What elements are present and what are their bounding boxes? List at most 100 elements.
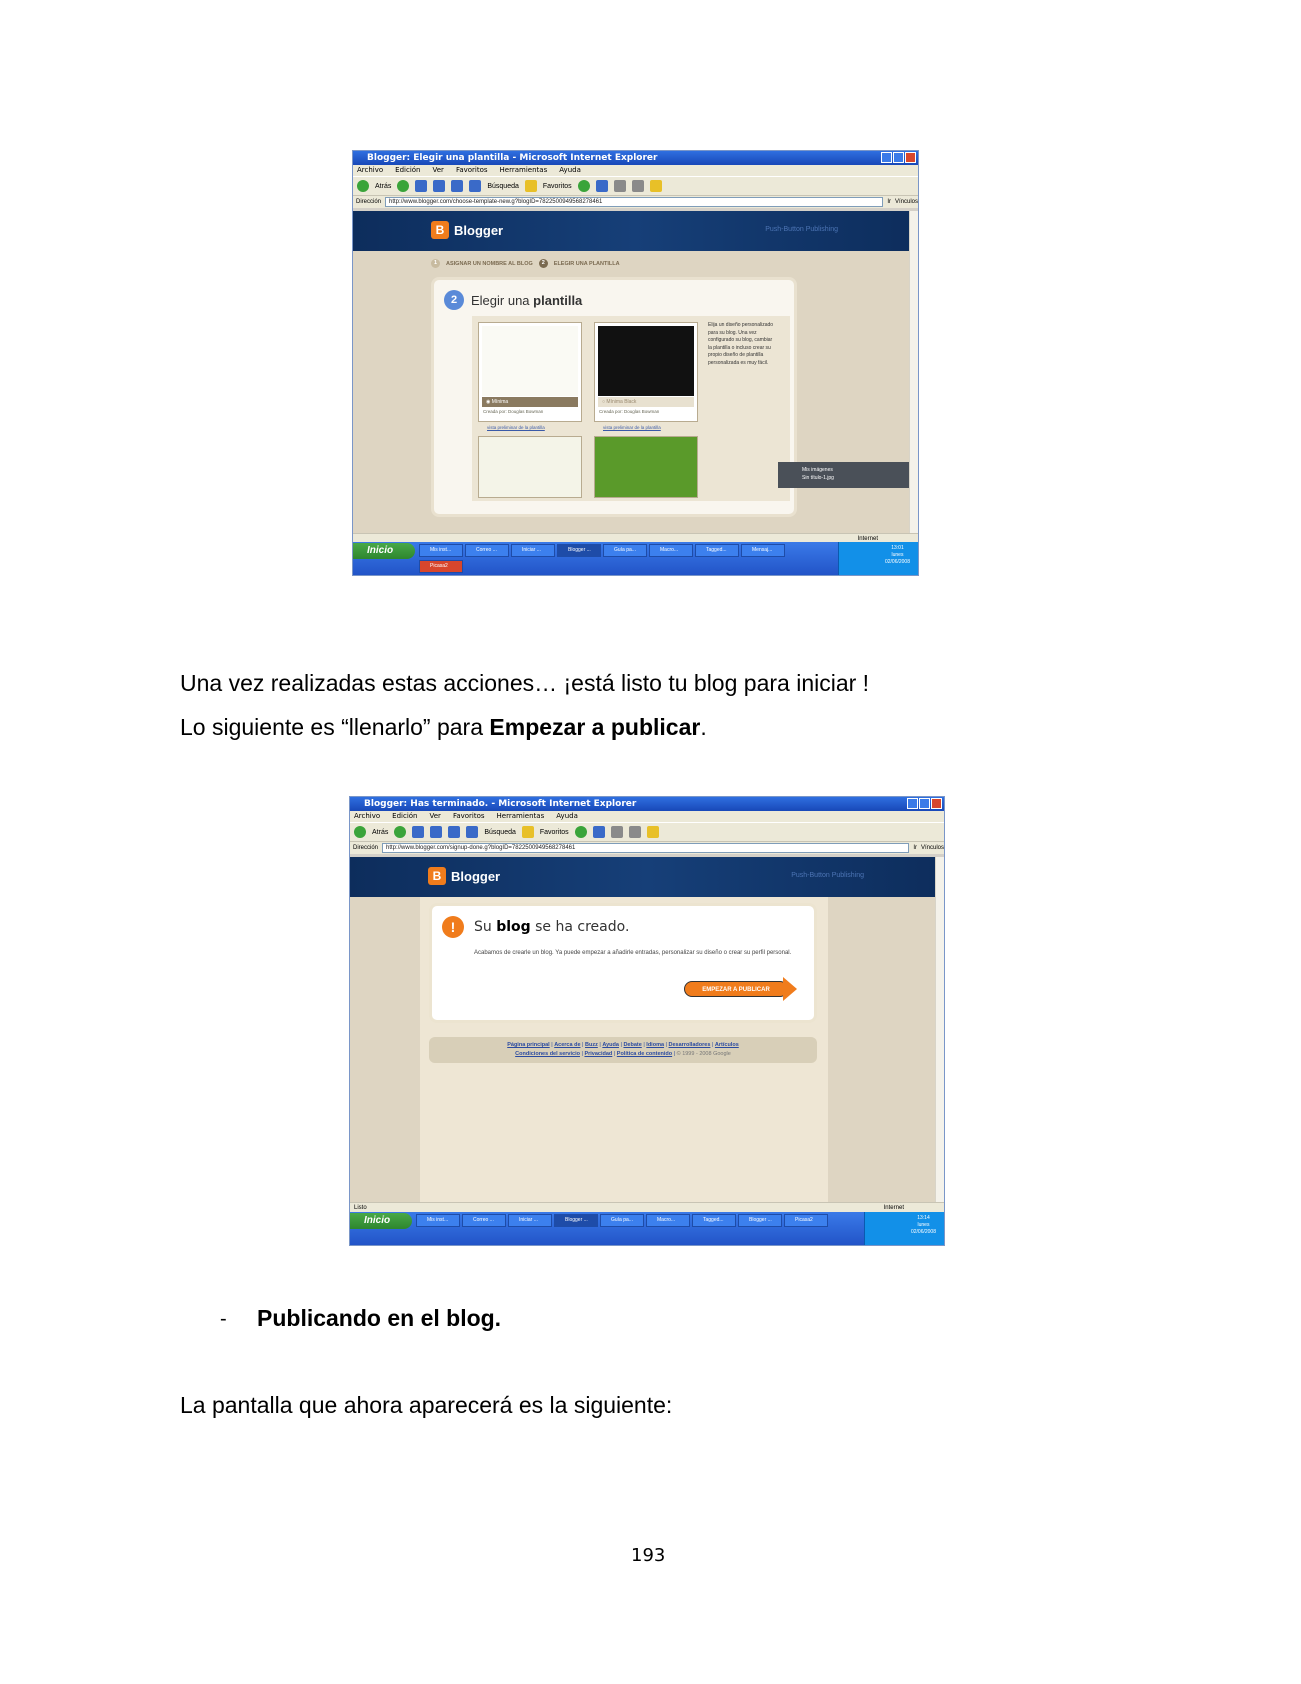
template-thumbnail[interactable]	[478, 436, 582, 498]
footer-link[interactable]: Artículos	[715, 1042, 739, 1048]
image-popup[interactable]: Mis imágenes Sin título-1.jpg	[778, 462, 918, 488]
blogger-logo[interactable]: B Blogger	[431, 221, 503, 239]
menu-edicion[interactable]: Edición	[392, 811, 417, 822]
history-icon[interactable]	[574, 826, 587, 838]
template-preview-link[interactable]: vista preliminar de la plantilla	[603, 425, 661, 430]
menu-herramientas[interactable]: Herramientas	[497, 811, 545, 822]
back-label[interactable]: Atrás	[375, 183, 391, 190]
task-button[interactable]: Tagged...	[695, 544, 739, 557]
print-icon[interactable]	[610, 826, 623, 838]
folder-icon[interactable]	[646, 826, 659, 838]
task-button[interactable]: Mis inst...	[416, 1214, 460, 1227]
links-label[interactable]: Vínculos	[895, 196, 918, 208]
footer-link[interactable]: Página principal	[507, 1042, 549, 1048]
task-button[interactable]: Blogger ...	[557, 544, 601, 557]
menu-ver[interactable]: Ver	[430, 811, 441, 822]
mail-icon[interactable]	[595, 180, 608, 192]
edit-icon[interactable]	[628, 826, 641, 838]
start-button[interactable]: Inicio	[353, 543, 415, 559]
go-button[interactable]: Ir	[887, 196, 891, 208]
minimize-icon[interactable]	[881, 152, 892, 163]
task-button[interactable]: Iniciar ...	[511, 544, 555, 557]
mail-icon[interactable]	[592, 826, 605, 838]
favorites-icon[interactable]	[521, 826, 534, 838]
close-icon[interactable]	[931, 798, 942, 809]
go-button[interactable]: Ir	[913, 842, 917, 854]
task-button[interactable]: Macro...	[649, 544, 693, 557]
task-button[interactable]: Mensaj...	[741, 544, 785, 557]
footer-link[interactable]: Idioma	[646, 1042, 664, 1048]
task-button[interactable]: Correo ...	[465, 544, 509, 557]
step-1-label: ASIGNAR UN NOMBRE AL BLOG	[446, 260, 533, 267]
minimize-icon[interactable]	[907, 798, 918, 809]
menu-edicion[interactable]: Edición	[395, 165, 420, 176]
footer-link[interactable]: Acerca de	[554, 1042, 580, 1048]
edit-icon[interactable]	[631, 180, 644, 192]
url-field[interactable]: http://www.blogger.com/signup-done.g?blo…	[382, 843, 910, 853]
favorites-label[interactable]: Favoritos	[543, 183, 572, 190]
home-icon[interactable]	[451, 180, 464, 192]
search-icon[interactable]	[469, 180, 482, 192]
task-button[interactable]: Tagged...	[692, 1214, 736, 1227]
menu-ver[interactable]: Ver	[433, 165, 444, 176]
menu-favoritos[interactable]: Favoritos	[456, 165, 488, 176]
history-icon[interactable]	[577, 180, 590, 192]
task-button[interactable]: Iniciar ...	[508, 1214, 552, 1227]
search-label[interactable]: Búsqueda	[487, 183, 519, 190]
task-button[interactable]: Mis inst...	[419, 544, 463, 557]
favorites-label[interactable]: Favoritos	[540, 829, 569, 836]
search-label[interactable]: Búsqueda	[484, 829, 516, 836]
start-button[interactable]: Inicio	[350, 1213, 412, 1229]
task-button[interactable]: Blogger ...	[554, 1214, 598, 1227]
menu-ayuda[interactable]: Ayuda	[559, 165, 581, 176]
menu-herramientas[interactable]: Herramientas	[500, 165, 548, 176]
refresh-icon[interactable]	[430, 826, 443, 838]
links-label[interactable]: Vínculos	[921, 842, 944, 854]
template-radio[interactable]: ○ Mínima Black	[598, 397, 694, 407]
template-thumbnail[interactable]	[594, 436, 698, 498]
print-icon[interactable]	[613, 180, 626, 192]
close-icon[interactable]	[905, 152, 916, 163]
back-label[interactable]: Atrás	[372, 829, 388, 836]
stop-icon[interactable]	[415, 180, 428, 192]
task-button[interactable]: Blogger ...	[738, 1214, 782, 1227]
task-button[interactable]: Picasa2	[784, 1214, 828, 1227]
vertical-scrollbar[interactable]	[935, 857, 944, 1202]
footer-link[interactable]: Ayuda	[602, 1042, 619, 1048]
footer-link[interactable]: Privacidad	[584, 1051, 612, 1057]
template-minima[interactable]: ◉ Mínima Creada por: Douglas Bowman vist…	[478, 322, 582, 430]
menu-archivo[interactable]: Archivo	[354, 811, 380, 822]
menu-ayuda[interactable]: Ayuda	[556, 811, 578, 822]
home-icon[interactable]	[448, 826, 461, 838]
favorites-icon[interactable]	[524, 180, 537, 192]
template-minima-black[interactable]: ○ Mínima Black Creada por: Douglas Bowma…	[594, 322, 698, 430]
maximize-icon[interactable]	[893, 152, 904, 163]
maximize-icon[interactable]	[919, 798, 930, 809]
task-button[interactable]: Correo ...	[462, 1214, 506, 1227]
vertical-scrollbar[interactable]	[909, 211, 918, 533]
start-publishing-button[interactable]: EMPEZAR A PUBLICAR	[684, 977, 797, 1001]
footer-link[interactable]: Desarrolladores	[669, 1042, 711, 1048]
back-icon[interactable]	[357, 180, 369, 192]
task-button[interactable]: Guía pa...	[603, 544, 647, 557]
task-button[interactable]: Macro...	[646, 1214, 690, 1227]
footer-link[interactable]: Buzz	[585, 1042, 598, 1048]
refresh-icon[interactable]	[433, 180, 446, 192]
footer-link[interactable]: Política de contenido	[617, 1051, 672, 1057]
stop-icon[interactable]	[412, 826, 425, 838]
menu-favoritos[interactable]: Favoritos	[453, 811, 485, 822]
forward-icon[interactable]	[397, 180, 410, 192]
url-field[interactable]: http://www.blogger.com/choose-template-n…	[385, 197, 884, 207]
back-icon[interactable]	[354, 826, 366, 838]
template-preview-link[interactable]: vista preliminar de la plantilla	[487, 425, 545, 430]
footer-link[interactable]: Condiciones del servicio	[515, 1051, 580, 1057]
menu-archivo[interactable]: Archivo	[357, 165, 383, 176]
task-button[interactable]: Picasa2	[419, 560, 463, 573]
template-radio[interactable]: ◉ Mínima	[482, 397, 578, 407]
search-icon[interactable]	[466, 826, 479, 838]
footer-link[interactable]: Debate	[623, 1042, 641, 1048]
folder-icon[interactable]	[649, 180, 662, 192]
blogger-logo[interactable]: B Blogger	[428, 867, 500, 885]
forward-icon[interactable]	[394, 826, 407, 838]
task-button[interactable]: Guía pa...	[600, 1214, 644, 1227]
